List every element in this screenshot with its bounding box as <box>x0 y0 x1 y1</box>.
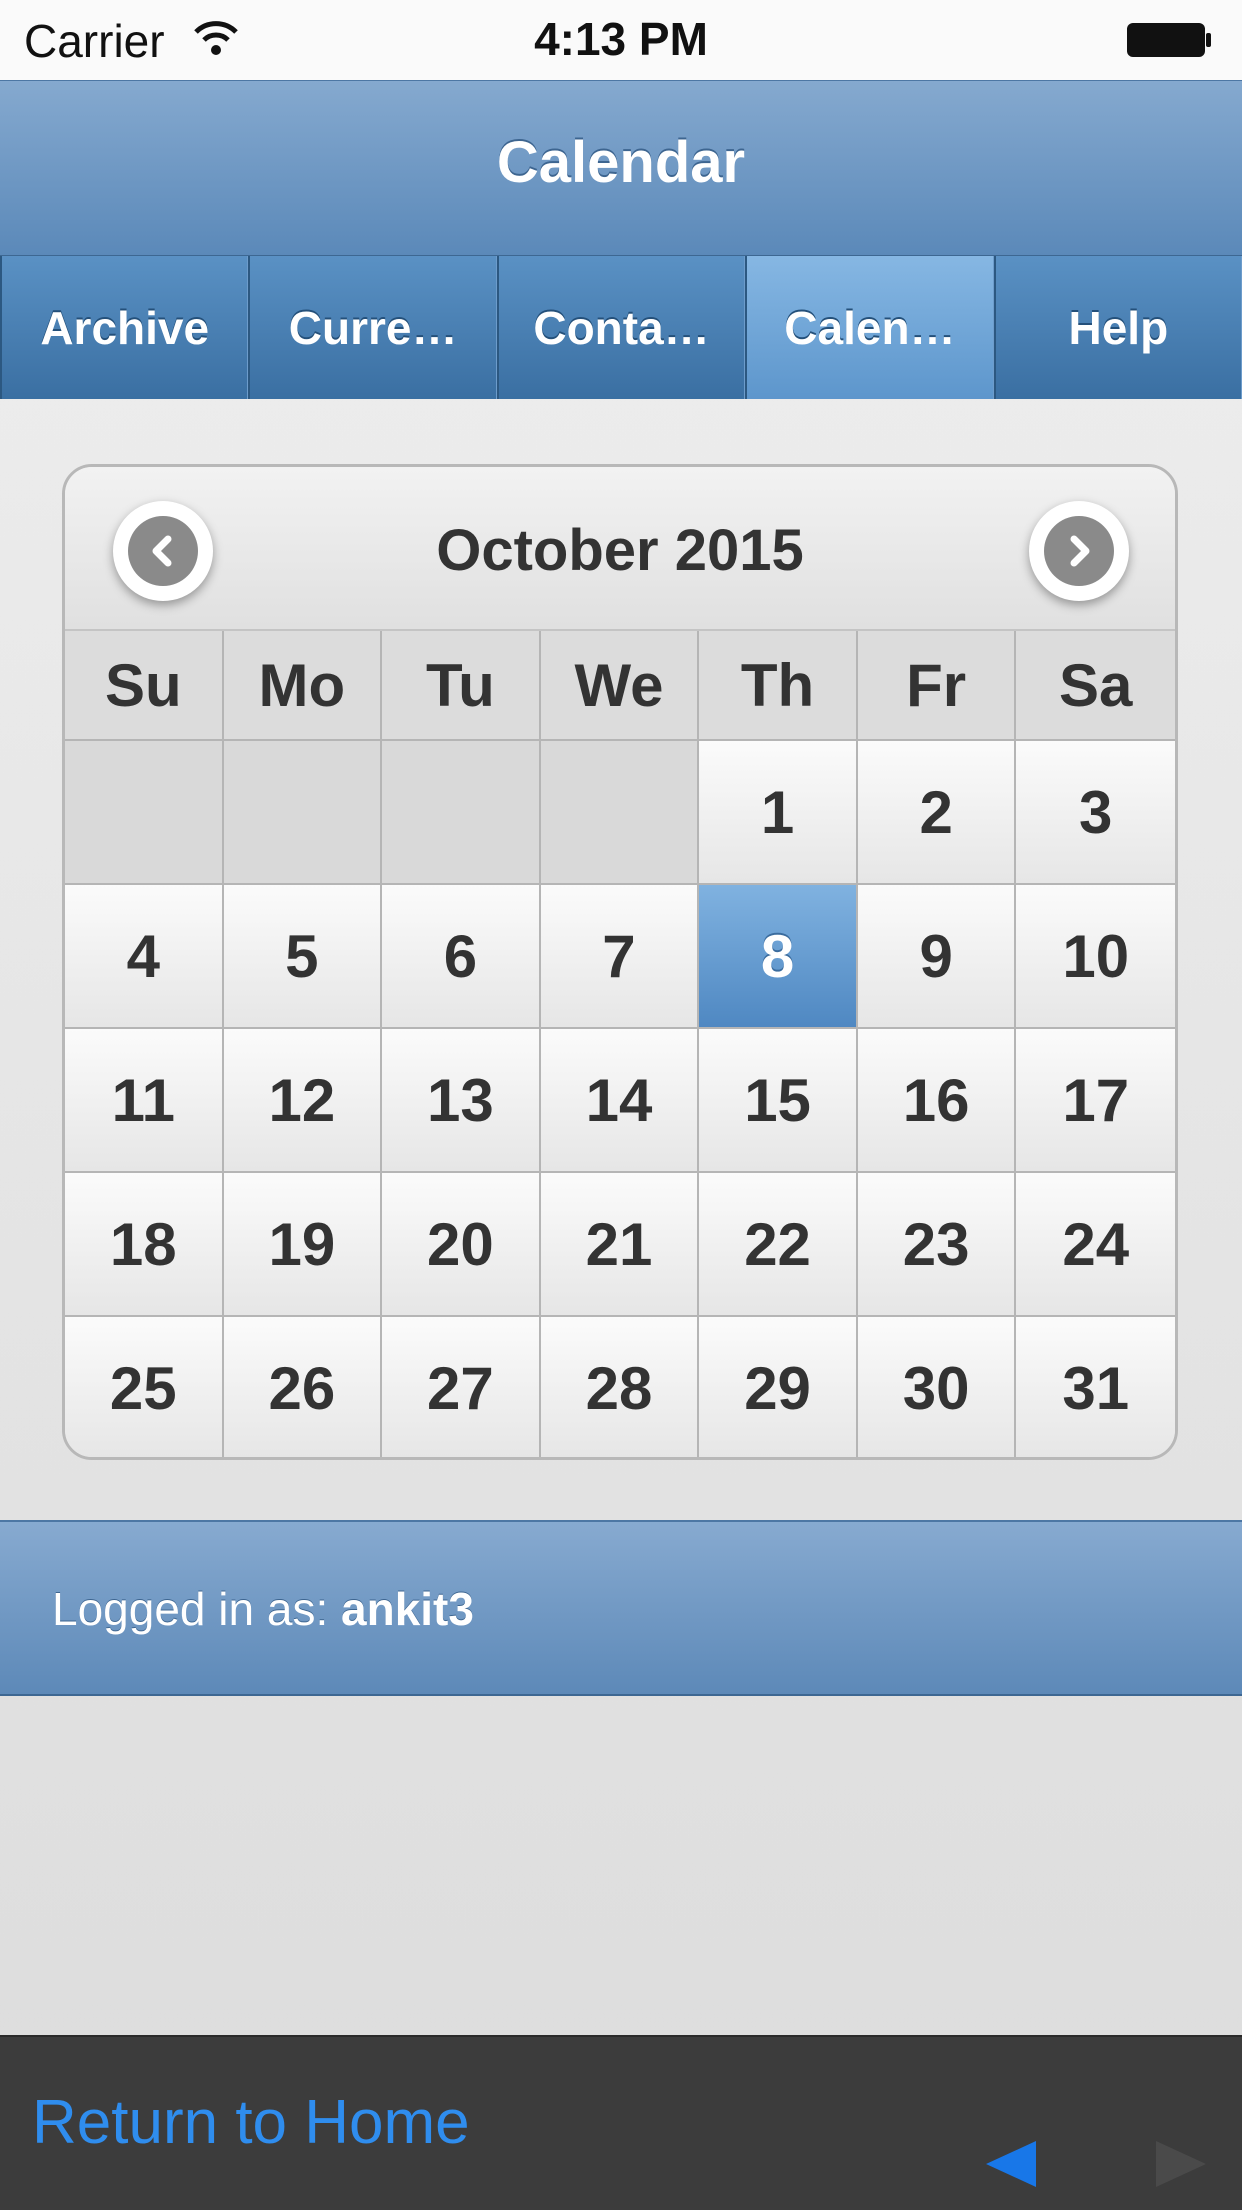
weekday-header: Mo <box>223 631 383 741</box>
day-cell[interactable]: 7 <box>540 885 700 1029</box>
empty-day-cell <box>65 741 224 885</box>
day-cell[interactable]: 11 <box>65 1029 224 1173</box>
login-status: Logged in as: ankit3 <box>52 1582 474 1636</box>
day-cell[interactable]: 8 <box>699 885 858 1029</box>
day-cell[interactable]: 9 <box>857 885 1017 1029</box>
calendar-header: October 2015 <box>65 467 1175 631</box>
tab-calendar[interactable]: Calen… <box>745 256 994 399</box>
tab-current[interactable]: Curre… <box>248 256 497 399</box>
login-prefix: Logged in as: <box>52 1583 342 1635</box>
day-cell[interactable]: 27 <box>382 1317 541 1457</box>
day-cell[interactable]: 14 <box>540 1029 700 1173</box>
weekday-header: Fr <box>857 631 1017 741</box>
login-username: ankit3 <box>341 1583 474 1635</box>
day-cell[interactable]: 29 <box>699 1317 858 1457</box>
day-cell[interactable]: 5 <box>223 885 383 1029</box>
day-cell[interactable]: 20 <box>382 1173 541 1317</box>
day-cell[interactable]: 28 <box>540 1317 700 1457</box>
day-cell[interactable]: 23 <box>857 1173 1017 1317</box>
day-cell[interactable]: 12 <box>223 1029 383 1173</box>
nav-tabs: Archive Curre… Conta… Calen… Help <box>0 256 1242 399</box>
day-cell[interactable]: 26 <box>223 1317 383 1457</box>
day-cell[interactable]: 31 <box>1016 1317 1175 1457</box>
page-title: Calendar <box>496 130 746 195</box>
day-cell[interactable]: 25 <box>65 1317 224 1457</box>
forward-arrow-icon[interactable] <box>1154 2137 1208 2191</box>
day-cell[interactable]: 2 <box>857 741 1017 885</box>
day-cell[interactable]: 18 <box>65 1173 224 1317</box>
clock: 4:13 PM <box>534 13 708 65</box>
page-header: Calendar <box>0 80 1242 257</box>
day-cell[interactable]: 4 <box>65 885 224 1029</box>
empty-day-cell <box>223 741 383 885</box>
calendar-grid: Su Mo Tu We Th Fr Sa 1 2 3 4 5 6 7 8 9 10 11 12 13 14 15 16 17 1… <box>65 631 1175 1457</box>
day-cell[interactable]: 30 <box>857 1317 1017 1457</box>
day-cell[interactable]: 13 <box>382 1029 541 1173</box>
tab-archive[interactable]: Archive <box>0 256 249 399</box>
day-cell[interactable]: 6 <box>382 885 541 1029</box>
calendar-widget: October 2015 Su Mo Tu We Th Fr Sa 1 2 3 4 5 6 7 8 9 10 11… <box>62 464 1178 1460</box>
day-cell[interactable]: 21 <box>540 1173 700 1317</box>
battery-icon <box>1127 23 1211 57</box>
status-bar: Carrier 4:13 PM <box>0 0 1242 81</box>
weekday-header: Su <box>65 631 224 741</box>
back-arrow-icon[interactable] <box>984 2137 1038 2191</box>
day-cell[interactable]: 17 <box>1016 1029 1175 1173</box>
weekday-header: Th <box>699 631 858 741</box>
weekday-header: We <box>540 631 700 741</box>
empty-day-cell <box>382 741 541 885</box>
tab-contact[interactable]: Conta… <box>496 256 746 399</box>
weekday-header: Tu <box>382 631 541 741</box>
day-cell[interactable]: 22 <box>699 1173 858 1317</box>
day-cell[interactable]: 1 <box>699 741 858 885</box>
day-cell[interactable]: 24 <box>1016 1173 1175 1317</box>
bottom-toolbar: Return to Home <box>0 2035 1242 2210</box>
month-title: October 2015 <box>436 518 804 583</box>
day-cell[interactable]: 16 <box>857 1029 1017 1173</box>
day-cell[interactable]: 10 <box>1016 885 1175 1029</box>
day-cell[interactable]: 19 <box>223 1173 383 1317</box>
return-home-link[interactable]: Return to Home <box>32 2087 470 2158</box>
empty-day-cell <box>540 741 700 885</box>
next-month-button[interactable] <box>1029 501 1129 601</box>
chevron-right-icon <box>1044 516 1114 586</box>
tab-help[interactable]: Help <box>993 256 1242 399</box>
login-footer: Logged in as: ankit3 <box>0 1520 1242 1696</box>
day-cell[interactable]: 3 <box>1016 741 1175 885</box>
day-cell[interactable]: 15 <box>699 1029 858 1173</box>
weekday-header: Sa <box>1016 631 1175 741</box>
